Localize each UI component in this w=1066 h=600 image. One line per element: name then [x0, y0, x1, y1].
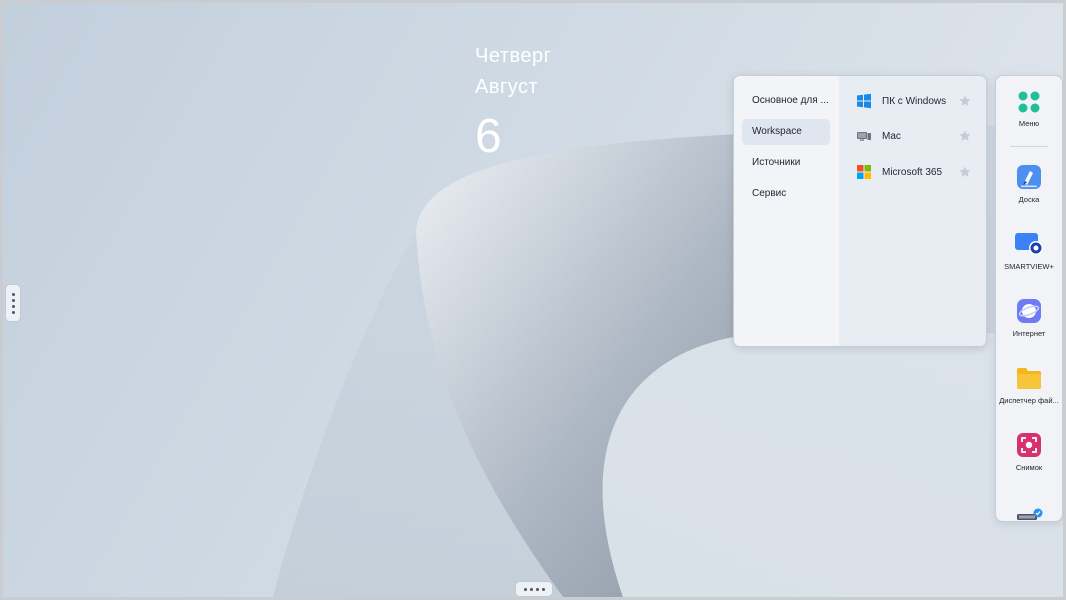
dock-item-file-manager[interactable]: Диспетчер фай... — [996, 365, 1062, 405]
dock-item-menu[interactable]: Меню — [996, 90, 1062, 128]
handle-dot — [523, 587, 527, 591]
handle-dot — [529, 587, 533, 591]
windows-logo-icon — [857, 93, 871, 109]
favorite-star-icon[interactable] — [958, 129, 972, 143]
app-list: ПК с Windows Mac Microsoft 365 — [839, 76, 986, 346]
dock-item-label: SMARTVIEW+ — [1004, 262, 1054, 271]
category-list: Основное для ... Workspace Источники Сер… — [734, 76, 839, 346]
dock-item-label: Снимок — [1015, 463, 1043, 472]
dock-item-internet[interactable]: Интернет — [996, 298, 1062, 338]
dock-item-whiteboard[interactable]: Доска — [996, 164, 1062, 204]
dock-item-label: Интернет — [1012, 329, 1046, 338]
dock-item-smartview[interactable]: SMARTVIEW+ — [996, 231, 1062, 271]
mac-computer-icon — [857, 132, 871, 141]
clock-month: Август — [475, 76, 539, 98]
handle-dot — [535, 587, 539, 591]
category-service[interactable]: Сервис — [742, 181, 830, 207]
clock-widget: Четверг Август 6 — [475, 45, 551, 164]
clock-weekday: Четверг — [475, 45, 552, 67]
favorite-star-icon[interactable] — [958, 94, 972, 108]
screenshot-icon — [1017, 433, 1041, 457]
app-item-label: Microsoft 365 — [882, 166, 943, 178]
bottom-handle[interactable] — [515, 581, 553, 597]
folder-icon — [1017, 368, 1041, 389]
desktop-screen: Четверг Август 6 Основное для ... Worksp… — [3, 3, 1063, 597]
dock-item-label: Доска — [1018, 195, 1040, 204]
connected-device-icon — [1017, 508, 1043, 520]
app-item-windows-pc[interactable]: ПК с Windows — [839, 86, 986, 116]
handle-dot — [11, 292, 15, 296]
dock-separator — [1010, 146, 1048, 147]
dock-item-connected-device[interactable] — [996, 508, 1062, 521]
microsoft-365-logo-icon — [857, 165, 871, 179]
handle-dot — [11, 304, 15, 308]
dock-item-label: Диспетчер фай... — [999, 396, 1059, 405]
dock-item-label: Меню — [1018, 119, 1040, 128]
handle-dot — [11, 298, 15, 302]
left-side-handle[interactable] — [5, 284, 21, 322]
dock-item-screenshot[interactable]: Снимок — [996, 432, 1062, 472]
handle-dot — [541, 587, 545, 591]
category-workspace[interactable]: Workspace — [742, 119, 830, 145]
app-item-microsoft-365[interactable]: Microsoft 365 — [839, 157, 986, 187]
favorite-star-icon[interactable] — [958, 165, 972, 179]
smartview-icon — [1015, 233, 1043, 255]
app-item-label: ПК с Windows — [882, 95, 947, 107]
side-dock: Меню Доска SMARTVIEW+ Интернет Диспетчер… — [995, 75, 1063, 522]
handle-dot — [11, 310, 15, 314]
internet-browser-icon — [1017, 299, 1041, 323]
app-item-mac[interactable]: Mac — [839, 121, 986, 151]
menu-dots-icon — [1018, 91, 1040, 113]
category-essentials[interactable]: Основное для ... — [742, 88, 830, 114]
clock-day: 6 — [475, 110, 502, 163]
category-sources[interactable]: Источники — [742, 150, 830, 176]
app-item-label: Mac — [882, 130, 901, 142]
app-launcher-flyout: Основное для ... Workspace Источники Сер… — [733, 75, 987, 347]
whiteboard-icon — [1017, 165, 1041, 189]
